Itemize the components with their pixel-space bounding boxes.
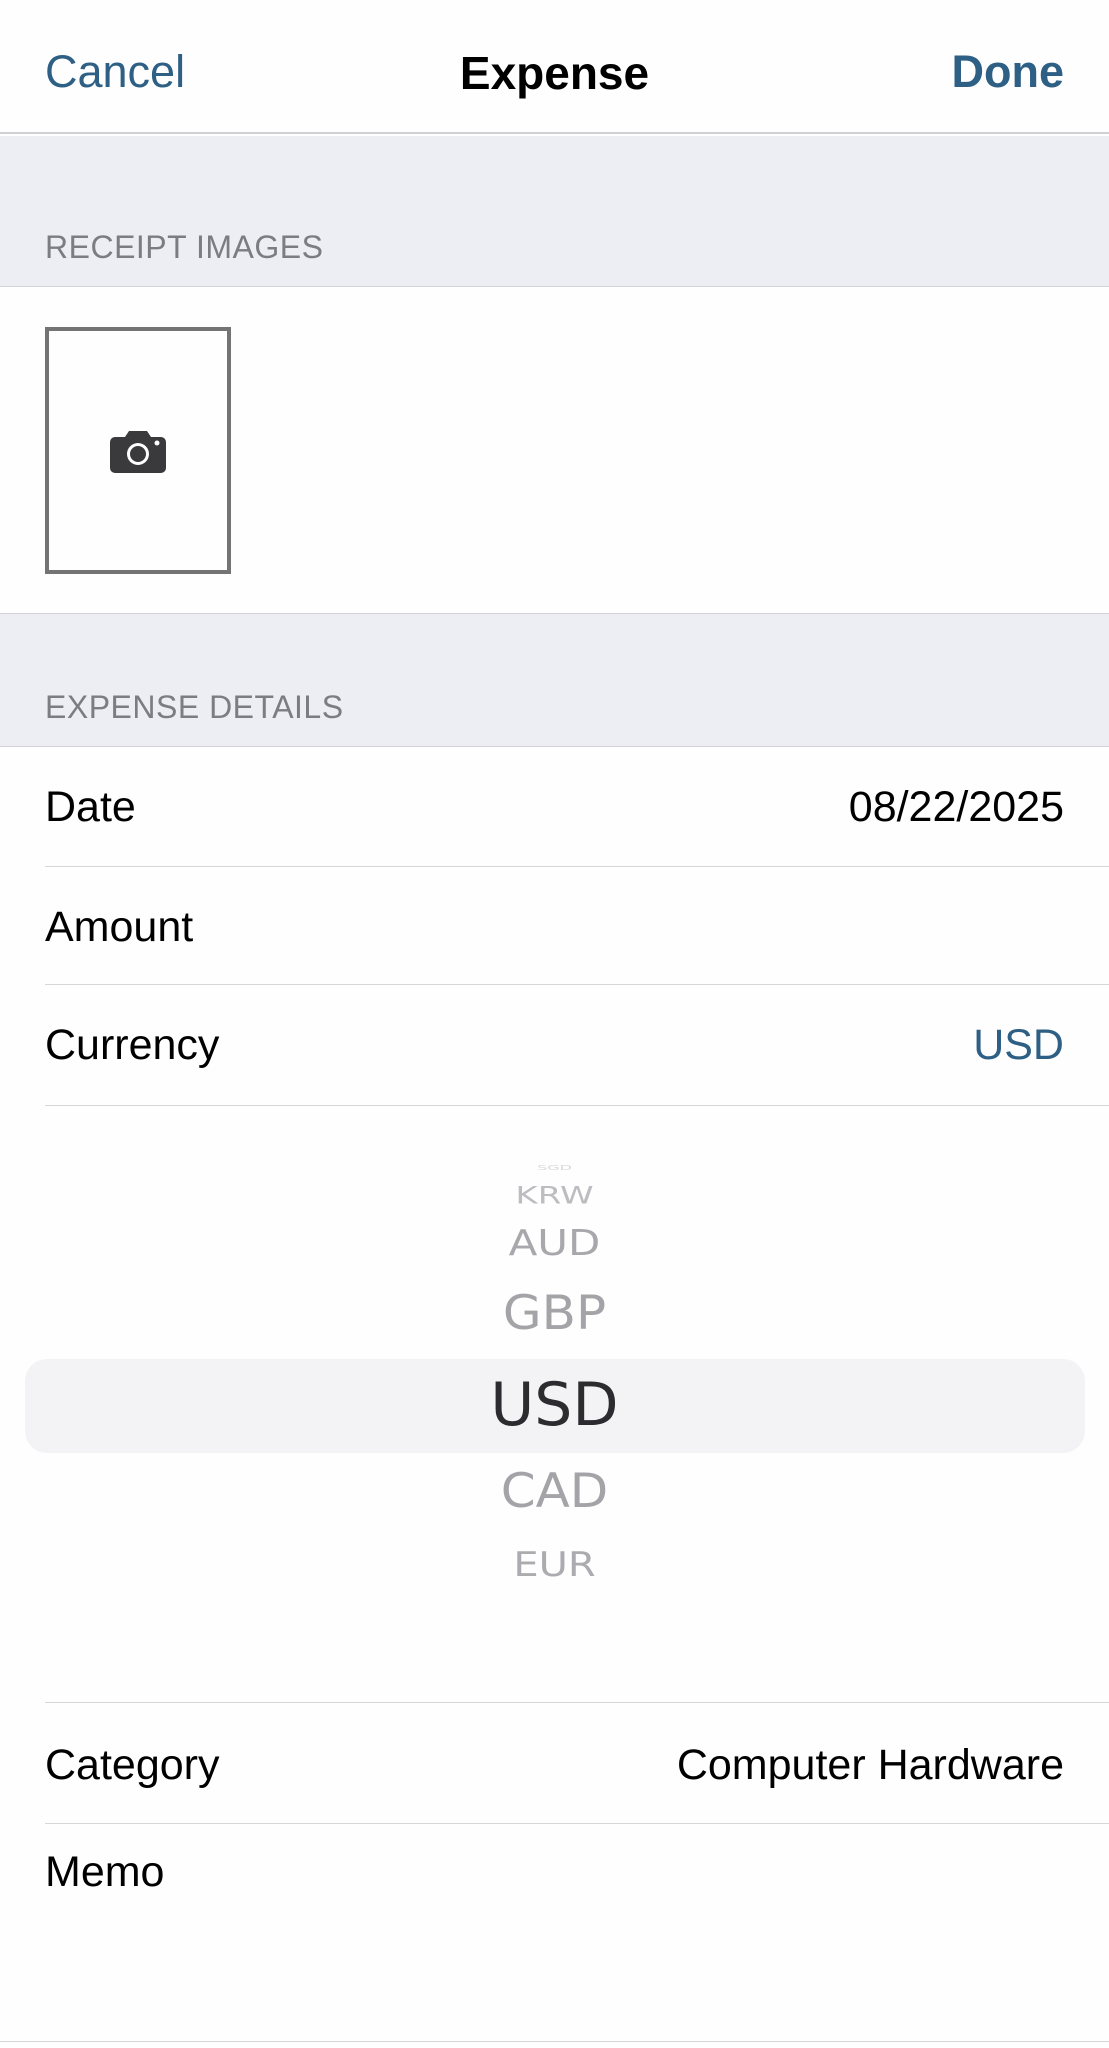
amount-row[interactable]: Amount: [0, 867, 1109, 985]
picker-option[interactable]: SGD: [0, 1163, 1109, 1172]
date-value[interactable]: 08/22/2025: [849, 783, 1064, 832]
category-label: Category: [45, 1741, 220, 1789]
navigation-bar: Cancel Expense Done: [0, 0, 1109, 134]
category-row[interactable]: Category Computer Hardware: [0, 1703, 1109, 1824]
add-receipt-photo-button[interactable]: [45, 327, 231, 574]
picker-option[interactable]: KRW: [0, 1182, 1109, 1210]
currency-row[interactable]: Currency USD: [0, 985, 1109, 1106]
done-button[interactable]: Done: [952, 46, 1065, 98]
picker-option[interactable]: AUD: [0, 1222, 1109, 1264]
receipt-images-section-header: RECEIPT IMAGES: [0, 136, 1109, 287]
camera-icon: [110, 430, 166, 473]
expense-form-screen: Cancel Expense Done RECEIPT IMAGES EXPEN…: [0, 0, 1109, 2048]
currency-value[interactable]: USD: [973, 1021, 1064, 1070]
picker-option[interactable]: GBP: [0, 1285, 1109, 1340]
expense-details-header-label: EXPENSE DETAILS: [45, 689, 344, 725]
memo-row[interactable]: Memo: [0, 1824, 1109, 2042]
receipt-images-header-label: RECEIPT IMAGES: [45, 229, 324, 265]
currency-picker[interactable]: SGD KRW AUD GBP USD CAD EUR: [0, 1106, 1109, 1703]
memo-label: Memo: [45, 1848, 165, 1896]
currency-label: Currency: [45, 1021, 220, 1069]
date-label: Date: [45, 783, 136, 831]
category-value[interactable]: Computer Hardware: [677, 1741, 1064, 1790]
expense-details-section-header: EXPENSE DETAILS: [0, 613, 1109, 747]
receipt-images-area: [0, 287, 1109, 613]
amount-label: Amount: [45, 903, 194, 951]
picker-option-selected[interactable]: USD: [0, 1370, 1109, 1440]
picker-option[interactable]: CAD: [0, 1463, 1109, 1518]
row-divider: [0, 2041, 1109, 2042]
picker-option[interactable]: EUR: [0, 1545, 1109, 1584]
page-title: Expense: [459, 47, 650, 99]
date-row[interactable]: Date 08/22/2025: [0, 747, 1109, 867]
